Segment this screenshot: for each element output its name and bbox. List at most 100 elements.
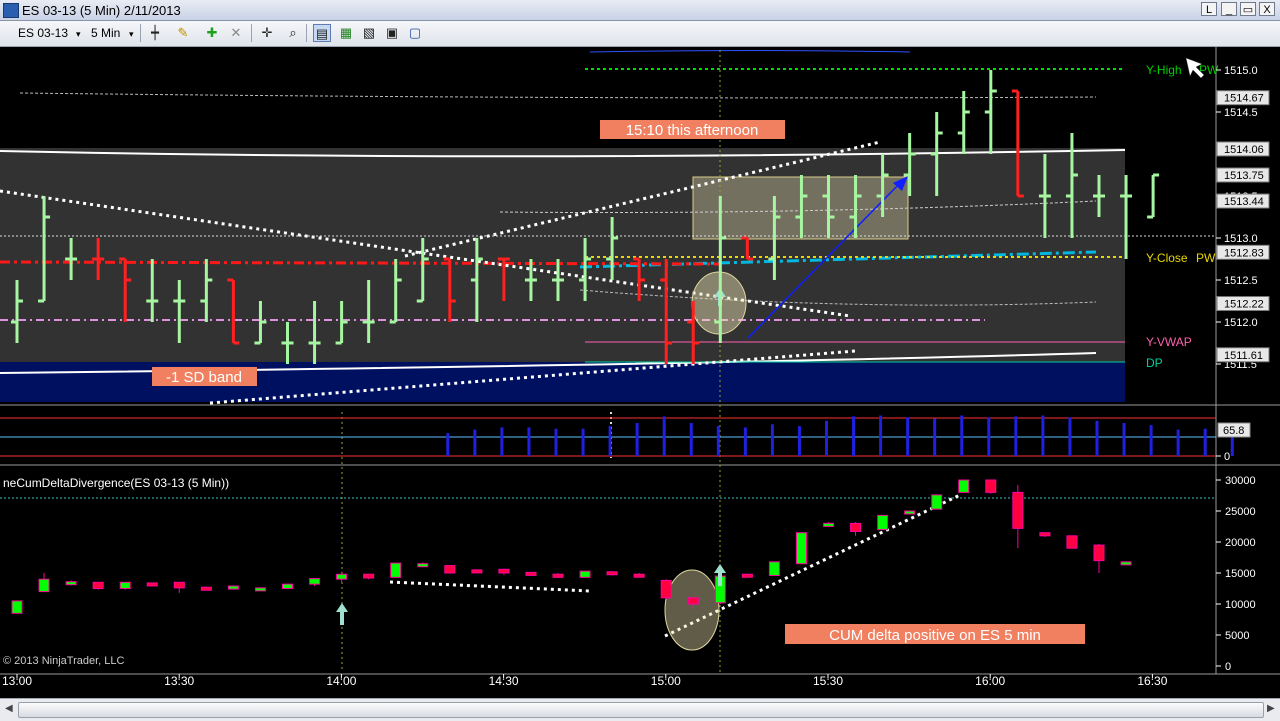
horizontal-scrollbar[interactable]: ◀ ▶ — [0, 698, 1280, 721]
delta-candle — [173, 581, 185, 593]
delta-candle — [146, 582, 158, 587]
price-axis-label: 1512.5 — [1224, 275, 1258, 287]
volume-bar — [1149, 425, 1153, 456]
app-icon — [3, 3, 19, 18]
delta-candle-body — [660, 579, 672, 599]
delta-candles — [11, 479, 1132, 614]
properties-icon[interactable]: ▧ — [360, 24, 378, 42]
delta-candle — [92, 581, 104, 590]
time-axis-label: 13:30 — [164, 674, 194, 688]
volume-bar — [879, 415, 883, 456]
delta-candle — [552, 573, 564, 578]
up-arrow-icon — [336, 603, 348, 625]
scroll-right-icon[interactable]: ▶ — [1267, 703, 1275, 714]
delta-axis-label: 10000 — [1225, 599, 1256, 611]
volume-bar — [960, 415, 964, 456]
time-axis-label: 13:00 — [2, 674, 32, 688]
delta-candle — [1066, 535, 1078, 549]
volume-marker-label: 65.8 — [1223, 425, 1244, 437]
chart-canvas[interactable]: 15:10 this afternoon -1 SD band Y-High P… — [0, 47, 1280, 698]
delta-candle-body — [282, 583, 293, 589]
delta-candle-body — [525, 571, 537, 576]
interval-selector[interactable]: 5 Min — [91, 26, 120, 40]
volume-bar — [500, 427, 504, 456]
volume-bar — [581, 428, 585, 456]
price-marker-label: 1512.22 — [1224, 299, 1264, 311]
annotation-1510-label: 15:10 this afternoon — [626, 122, 759, 139]
remove-indicator-icon[interactable]: ✕ — [227, 24, 245, 42]
delta-candle-body — [498, 568, 510, 574]
delta-candle-body — [11, 600, 23, 614]
delta-candle-body — [1039, 532, 1051, 537]
delta-candle — [200, 586, 212, 591]
delta-candle — [254, 587, 266, 592]
delta-candle-body — [823, 522, 834, 527]
delta-candle-body — [877, 514, 889, 531]
volume-bar — [852, 416, 856, 456]
time-axis-label: 15:00 — [651, 674, 681, 688]
chart-toolbar: ES 03-13 ▾ 5 Min ▾ ┿ ✎ ✚ ✕ ✛ ⌕ ▤ ▦ ▧ ▣ ▢ — [0, 21, 1280, 47]
delta-candle — [1120, 561, 1132, 566]
data-box-icon[interactable]: ▦ — [337, 24, 355, 42]
alert-icon[interactable]: ▣ — [383, 24, 401, 42]
zoom-icon[interactable]: ⌕ — [284, 24, 302, 42]
link-button[interactable]: L — [1201, 2, 1217, 16]
indicator-title: neCumDeltaDivergence(ES 03-13 (5 Min)) — [3, 476, 229, 490]
bar-type-icon[interactable]: ┿ — [146, 24, 164, 42]
delta-candle — [850, 522, 862, 536]
volume-bar — [906, 417, 910, 456]
chevron-down-icon[interactable]: ▾ — [76, 29, 81, 40]
copyright-label: © 2013 NinjaTrader, LLC — [3, 655, 124, 667]
delta-candle-body — [119, 581, 131, 589]
time-axis-label: 14:00 — [326, 674, 356, 688]
minimize-button[interactable]: _ — [1221, 2, 1237, 16]
volume-bar — [1068, 417, 1072, 456]
crosshair-icon[interactable]: ✛ — [258, 24, 276, 42]
instrument-selector[interactable]: ES 03-13 — [18, 26, 68, 40]
delta-candle-body — [606, 571, 618, 576]
delta-axis-label: 25000 — [1225, 506, 1256, 518]
delta-candle — [606, 571, 618, 576]
add-indicator-icon[interactable]: ✚ — [203, 24, 221, 42]
volume-bar — [1014, 416, 1018, 456]
scroll-left-icon[interactable]: ◀ — [5, 703, 13, 714]
delta-candle-body — [633, 573, 645, 578]
price-marker-label: 1513.44 — [1224, 196, 1264, 208]
delta-candle-body — [985, 479, 997, 493]
delta-candle-body — [417, 563, 429, 568]
y-vwap-label: Y-VWAP — [1146, 335, 1192, 349]
delta-candle-body — [904, 510, 916, 515]
price-axis-label: 1515.0 — [1224, 65, 1258, 77]
delta-candle-body — [227, 585, 239, 590]
delta-axis-label: 5000 — [1225, 630, 1249, 642]
close-button[interactable]: X — [1259, 2, 1275, 16]
delta-candle-body — [173, 581, 185, 589]
scrollbar-thumb[interactable] — [18, 702, 1264, 718]
maximize-button[interactable]: ▭ — [1240, 2, 1256, 16]
delta-candle-body — [471, 569, 483, 574]
delta-candle — [390, 562, 402, 578]
window-icon[interactable]: ▢ — [406, 24, 424, 42]
price-marker-label: 1514.06 — [1224, 144, 1264, 156]
chart-trader-icon[interactable]: ▤ — [313, 24, 331, 42]
chevron-down-icon[interactable]: ▾ — [129, 29, 134, 40]
price-axis-label: 1514.5 — [1224, 107, 1258, 119]
delta-candle — [417, 562, 429, 568]
delta-candle — [768, 561, 780, 576]
delta-axis-label: 15000 — [1225, 568, 1256, 580]
delta-candle-body — [768, 561, 780, 576]
dp-label: DP — [1146, 356, 1163, 370]
delta-candle-body — [363, 573, 375, 579]
delta-axis-label: 0 — [1225, 661, 1231, 673]
delta-candle — [985, 479, 997, 494]
delta-candle-body — [1066, 535, 1078, 549]
delta-candle — [498, 568, 510, 575]
volume-bar — [716, 426, 720, 456]
price-axis-label: 1512.0 — [1224, 317, 1258, 329]
delta-candle — [471, 569, 483, 574]
drawing-pencil-icon[interactable]: ✎ — [174, 24, 192, 42]
delta-candle — [38, 573, 50, 593]
delta-candle-body — [38, 578, 50, 593]
volume-bar — [662, 416, 666, 456]
delta-candle-body — [687, 597, 699, 605]
